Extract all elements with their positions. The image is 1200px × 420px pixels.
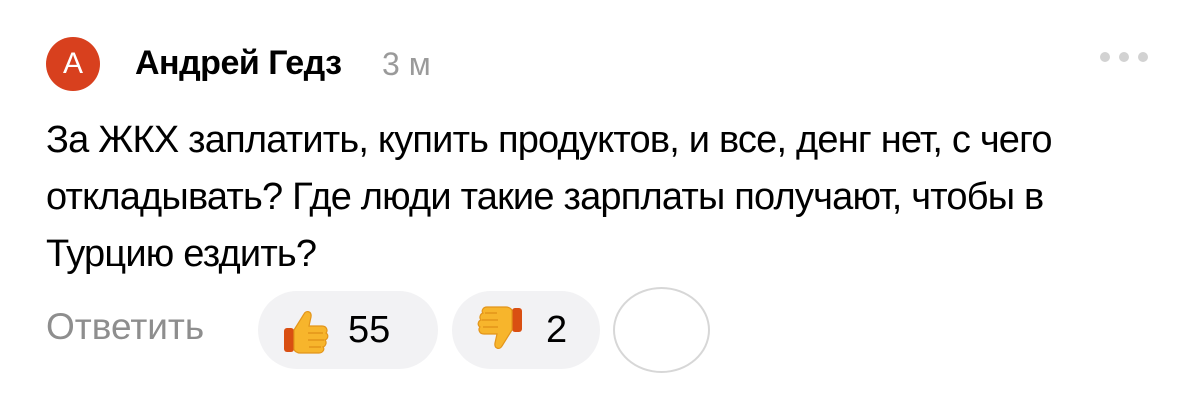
like-button[interactable]: 55 xyxy=(258,291,438,369)
avatar[interactable]: А xyxy=(46,37,100,91)
like-count: 55 xyxy=(348,308,391,351)
thumbs-up-icon xyxy=(284,311,329,354)
avatar-letter: А xyxy=(62,47,83,80)
add-reaction-icon[interactable] xyxy=(613,287,710,373)
reply-button[interactable]: Ответить xyxy=(46,306,204,348)
more-icon[interactable] xyxy=(1100,50,1148,64)
dislike-count: 2 xyxy=(546,308,568,351)
author-name[interactable]: Андрей Гедз xyxy=(135,44,342,83)
thumbs-down-icon xyxy=(477,306,522,349)
comment-time: 3 м xyxy=(382,46,431,82)
dislike-button[interactable]: 2 xyxy=(452,291,600,369)
comment-text: За ЖКХ заплатить, купить продуктов, и вс… xyxy=(46,119,1053,275)
